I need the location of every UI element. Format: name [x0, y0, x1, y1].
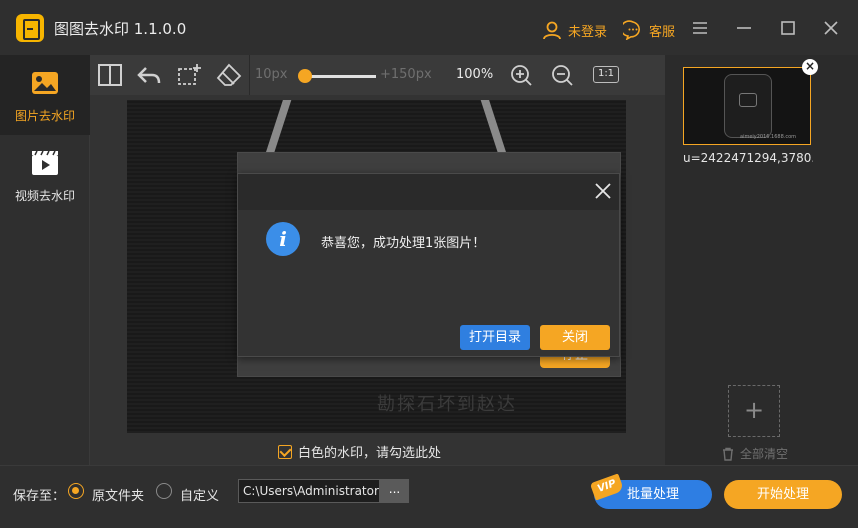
- login-button[interactable]: 未登录: [542, 20, 607, 40]
- brush-size-min: 10px: [255, 67, 288, 82]
- brush-size-max: +150px: [380, 67, 432, 82]
- dialog-close-button[interactable]: 关闭: [540, 325, 610, 350]
- success-dialog: i 恭喜您，成功处理1张图片！ 打开目录 关闭: [237, 173, 620, 357]
- open-directory-button[interactable]: 打开目录: [460, 325, 530, 350]
- brush-size-slider[interactable]: [298, 69, 312, 83]
- user-icon: [543, 21, 561, 40]
- info-icon: i: [266, 222, 300, 256]
- chat-icon: [623, 20, 640, 40]
- menu-icon[interactable]: [690, 18, 710, 38]
- clear-all-button[interactable]: 全部清空: [721, 445, 788, 462]
- zoom-level: 100%: [456, 67, 494, 82]
- dialog-header: [238, 174, 619, 210]
- minimize-icon[interactable]: [734, 18, 754, 38]
- dialog-message: 恭喜您，成功处理1张图片！: [321, 236, 486, 251]
- title-bar: 图图去水印 1.1.0.0 未登录 客服: [0, 0, 858, 55]
- zoom-in-icon[interactable]: [510, 64, 532, 86]
- white-watermark-label: 白色的水印，请勾选此处: [298, 446, 442, 461]
- service-label: 客服: [649, 24, 676, 40]
- actual-size-button[interactable]: 1:1: [593, 66, 619, 83]
- editor-toolbar: 10px +150px 100% 1:1: [90, 55, 665, 95]
- trash-icon: [723, 447, 733, 461]
- remove-file-button[interactable]: ×: [802, 59, 818, 75]
- start-process-button[interactable]: 开始处理: [724, 480, 842, 509]
- close-icon[interactable]: [594, 182, 612, 200]
- sidebar-item-image-watermark[interactable]: 图片去水印: [0, 55, 90, 135]
- customer-service-button[interactable]: 客服: [623, 20, 675, 40]
- thumbnail-image: [724, 74, 772, 138]
- save-path-input[interactable]: [238, 479, 380, 503]
- undo-icon[interactable]: [136, 63, 162, 87]
- sidebar-item-label: 视频去水印: [14, 189, 75, 203]
- sidebar-item-label: 图片去水印: [14, 109, 75, 123]
- clear-all-label: 全部清空: [740, 447, 789, 461]
- app-logo-icon: [16, 14, 44, 42]
- radio-original-folder[interactable]: [68, 483, 84, 499]
- maximize-icon[interactable]: [778, 18, 798, 38]
- radio-original-folder-label[interactable]: 原文件夹: [92, 485, 144, 504]
- rect-select-icon[interactable]: [176, 63, 202, 87]
- login-label: 未登录: [568, 24, 608, 40]
- browse-button[interactable]: ...: [380, 479, 409, 503]
- close-icon[interactable]: [821, 18, 841, 38]
- eraser-icon[interactable]: [216, 63, 242, 87]
- save-to-label: 保存至：: [13, 489, 66, 504]
- radio-custom-folder-label[interactable]: 自定义: [180, 485, 219, 504]
- split-view-icon[interactable]: [97, 63, 123, 87]
- video-icon: [32, 150, 58, 175]
- add-file-button[interactable]: +: [728, 385, 780, 437]
- app-title: 图图去水印 1.1.0.0: [54, 20, 187, 38]
- thumbnail-watermark: aimeiy2016.1688.com: [740, 134, 797, 140]
- image-watermark-text: 勘探石坏到赵达: [377, 394, 517, 415]
- image-icon: [32, 72, 58, 94]
- white-watermark-option[interactable]: 白色的水印，请勾选此处: [278, 442, 441, 461]
- brush-size-track[interactable]: [302, 75, 376, 78]
- white-watermark-checkbox[interactable]: [278, 444, 292, 459]
- mode-sidebar: 图片去水印 视频去水印: [0, 55, 90, 465]
- toolbar-divider: [249, 55, 250, 95]
- file-name: u=2422471294,3780...: [683, 151, 813, 165]
- thumbnail-detail: [739, 93, 757, 107]
- zoom-out-icon[interactable]: [551, 64, 573, 86]
- radio-custom-folder[interactable]: [156, 483, 172, 499]
- sidebar-item-video-watermark[interactable]: 视频去水印: [0, 135, 90, 215]
- file-thumbnail[interactable]: aimeiy2016.1688.com: [683, 67, 811, 145]
